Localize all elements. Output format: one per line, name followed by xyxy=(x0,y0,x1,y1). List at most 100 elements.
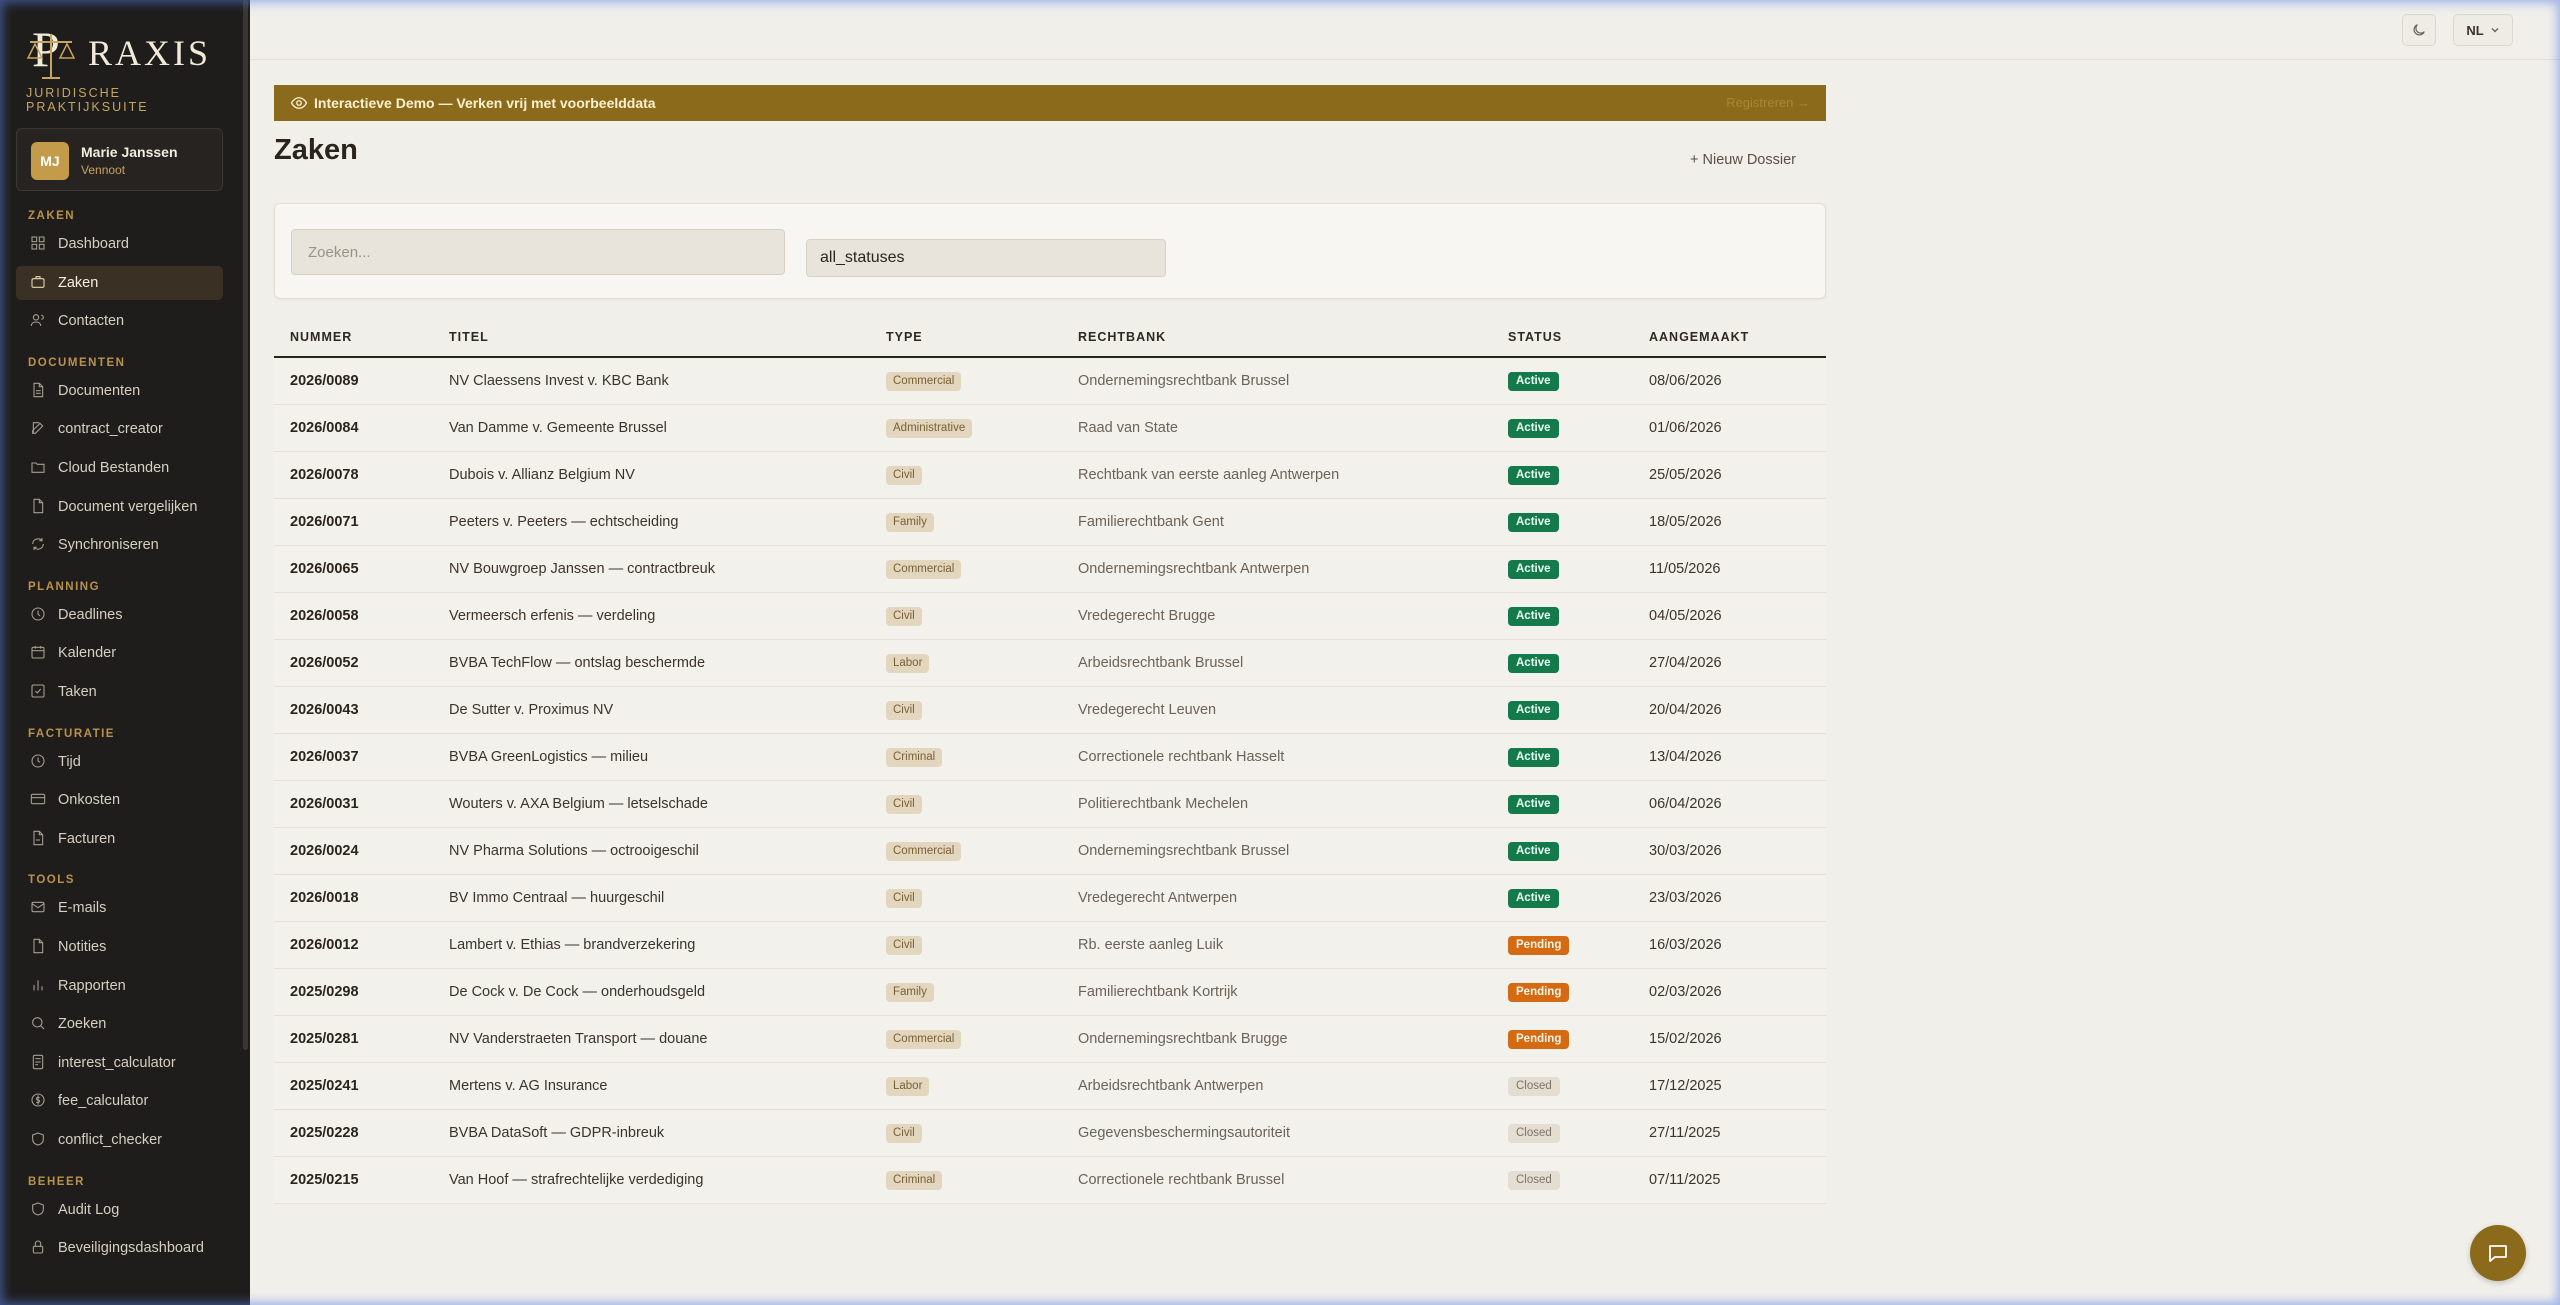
table-row[interactable]: 2026/0031 Wouters v. AXA Belgium — letsel… xyxy=(274,781,1826,828)
status-filter-select[interactable]: all_statuses xyxy=(806,239,1166,277)
column-header-created[interactable]: AANGEMAAKT xyxy=(1649,330,1749,344)
briefcase-icon xyxy=(30,274,48,292)
user-name: Marie Janssen xyxy=(81,144,178,160)
sidebar-item-audit-log[interactable]: Audit Log xyxy=(16,1193,223,1227)
case-number: 2025/0298 xyxy=(290,984,359,1000)
table-row[interactable]: 2025/0228 BVBA DataSoft — GDPR-inbreuk Civ… xyxy=(274,1110,1826,1157)
sidebar-item-notities[interactable]: Notities xyxy=(16,930,223,964)
shield-icon xyxy=(30,1131,48,1149)
sidebar-item-label: Deadlines xyxy=(58,606,123,623)
sidebar-item-conflict-checker[interactable]: conflict_checker xyxy=(16,1123,223,1157)
sidebar-item-onkosten[interactable]: Onkosten xyxy=(16,783,223,817)
sidebar-section-label: ZAKEN xyxy=(28,210,76,222)
type-badge: Commercial xyxy=(886,1030,962,1049)
case-title: Dubois v. Allianz Belgium NV xyxy=(449,467,635,483)
case-created-date: 04/05/2026 xyxy=(1649,608,1722,624)
case-court: Familierechtbank Kortrijk xyxy=(1078,984,1238,1000)
brand-logo[interactable]: P RAXIS xyxy=(26,20,226,80)
sidebar-item-contract-creator[interactable]: contract_creator xyxy=(16,412,223,446)
column-header-court[interactable]: RECHTBANK xyxy=(1078,330,1166,344)
sidebar-item-documenten[interactable]: Documenten xyxy=(16,374,223,408)
status-badge: Pending xyxy=(1508,1030,1570,1049)
search-input[interactable] xyxy=(291,229,785,275)
case-court: Rb. eerste aanleg Luik xyxy=(1078,937,1224,953)
type-badge: Civil xyxy=(886,795,922,814)
sidebar-item-dashboard[interactable]: Dashboard xyxy=(16,227,223,261)
case-created-date: 02/03/2026 xyxy=(1649,984,1722,1000)
case-court: Ondernemingsrechtbank Brussel xyxy=(1078,373,1290,389)
sidebar-item-interest-calculator[interactable]: interest_calculator xyxy=(16,1046,223,1080)
table-row[interactable]: 2026/0071 Peeters v. Peeters — echtscheid… xyxy=(274,499,1826,546)
folder-icon xyxy=(30,459,48,477)
table-row[interactable]: 2026/0037 BVBA GreenLogistics — milieu Cri… xyxy=(274,734,1826,781)
table-body: 2026/0089 NV Claessens Invest v. KBC Bank… xyxy=(274,358,1826,1204)
sidebar-scrollbar[interactable] xyxy=(243,0,248,1050)
table-row[interactable]: 2025/0215 Van Hoof — strafrechtelijke ver… xyxy=(274,1157,1826,1204)
sidebar-item-label: Zoeken xyxy=(58,1016,107,1033)
register-link[interactable]: Registreren → xyxy=(1726,95,1810,110)
task-icon xyxy=(30,683,48,701)
table-row[interactable]: 2026/0052 BVBA TechFlow — ontslag bescher… xyxy=(274,640,1826,687)
type-badge: Civil xyxy=(886,607,922,626)
chat-icon xyxy=(2489,1245,2507,1262)
sidebar-item-document-vergelijken[interactable]: Document vergelijken xyxy=(16,490,223,524)
sidebar-item-beveiligingsdashboard[interactable]: Beveiligingsdashboard xyxy=(16,1231,223,1265)
sidebar-item-cloud-bestanden[interactable]: Cloud Bestanden xyxy=(16,451,223,485)
table-row[interactable]: 2026/0043 De Sutter v. Proximus NV Civil Vr… xyxy=(274,687,1826,734)
column-header-number[interactable]: NUMMER xyxy=(290,330,352,344)
case-created-date: 27/04/2026 xyxy=(1649,655,1722,671)
theme-toggle-button[interactable] xyxy=(2402,14,2436,46)
case-number: 2025/0228 xyxy=(290,1125,359,1141)
status-badge: Active xyxy=(1508,466,1559,485)
sidebar-item-zoeken[interactable]: Zoeken xyxy=(16,1007,223,1041)
language-select[interactable]: NL xyxy=(2453,14,2513,46)
case-court: Ondernemingsrechtbank Antwerpen xyxy=(1078,561,1310,577)
table-row[interactable]: 2026/0065 NV Bouwgroep Janssen — contract… xyxy=(274,546,1826,593)
sidebar-item-facturen[interactable]: Facturen xyxy=(16,822,223,856)
table-row[interactable]: 2026/0024 NV Pharma Solutions — octrooige… xyxy=(274,828,1826,875)
table-row[interactable]: 2026/0018 BV Immo Centraal — huurgeschil C… xyxy=(274,875,1826,922)
table-row[interactable]: 2026/0058 Vermeersch erfenis — verdeling C… xyxy=(274,593,1826,640)
table-row[interactable]: 2026/0012 Lambert v. Ethias — brandverzek… xyxy=(274,922,1826,969)
table-row[interactable]: 2025/0298 De Cock v. De Cock — onderhouds… xyxy=(274,969,1826,1016)
top-bar xyxy=(250,0,2560,60)
case-created-date: 23/03/2026 xyxy=(1649,890,1722,906)
status-badge: Active xyxy=(1508,654,1559,673)
column-header-type[interactable]: TYPE xyxy=(886,330,923,344)
case-created-date: 27/11/2025 xyxy=(1649,1125,1721,1141)
table-row[interactable]: 2026/0089 NV Claessens Invest v. KBC Bank… xyxy=(274,358,1826,405)
status-badge: Active xyxy=(1508,513,1559,532)
table-row[interactable]: 2025/0241 Mertens v. AG Insurance Labor Arb… xyxy=(274,1063,1826,1110)
new-case-button[interactable]: + Nieuw Dossier xyxy=(1690,152,1796,168)
table-row[interactable]: 2026/0084 Van Damme v. Gemeente Brussel Ad… xyxy=(274,405,1826,452)
type-badge: Family xyxy=(886,983,934,1002)
sidebar-item-label: Zaken xyxy=(58,274,99,291)
sidebar-item-label: Document vergelijken xyxy=(58,498,198,515)
sidebar-item-label: Cloud Bestanden xyxy=(58,460,170,476)
status-badge: Active xyxy=(1508,419,1559,438)
sidebar-item-synchroniseren[interactable]: Synchroniseren xyxy=(16,528,223,562)
type-badge: Criminal xyxy=(886,1171,943,1190)
user-card[interactable]: MJ Marie Janssen Vennoot xyxy=(16,128,223,191)
sidebar-item-rapporten[interactable]: Rapporten xyxy=(16,969,223,1003)
sidebar-item-contacten[interactable]: Contacten xyxy=(16,304,223,338)
dashboard-icon xyxy=(30,235,48,253)
chevron-down-icon xyxy=(2491,28,2499,33)
chat-button[interactable] xyxy=(2470,1225,2526,1281)
column-header-status[interactable]: STATUS xyxy=(1508,330,1562,344)
sidebar-item-deadlines[interactable]: Deadlines xyxy=(16,598,223,632)
case-created-date: 20/04/2026 xyxy=(1649,702,1722,718)
sidebar-item-zaken[interactable]: Zaken xyxy=(16,265,223,300)
sidebar-item-tijd[interactable]: Tijd xyxy=(16,745,223,779)
sidebar-item-fee-calculator[interactable]: fee_calculator xyxy=(16,1084,223,1118)
sidebar-item-taken[interactable]: Taken xyxy=(16,675,223,709)
column-header-title[interactable]: TITEL xyxy=(449,330,489,344)
sidebar-item-kalender[interactable]: Kalender xyxy=(16,636,223,670)
table-row[interactable]: 2026/0078 Dubois v. Allianz Belgium NV Civ… xyxy=(274,452,1826,499)
compare-icon xyxy=(30,498,48,516)
status-badge: Active xyxy=(1508,560,1559,579)
sidebar-item-e-mails[interactable]: E-mails xyxy=(16,891,223,925)
table-row[interactable]: 2025/0281 NV Vanderstraeten Transport — d… xyxy=(274,1016,1826,1063)
case-created-date: 11/05/2026 xyxy=(1649,561,1721,577)
case-number: 2026/0071 xyxy=(290,514,359,530)
